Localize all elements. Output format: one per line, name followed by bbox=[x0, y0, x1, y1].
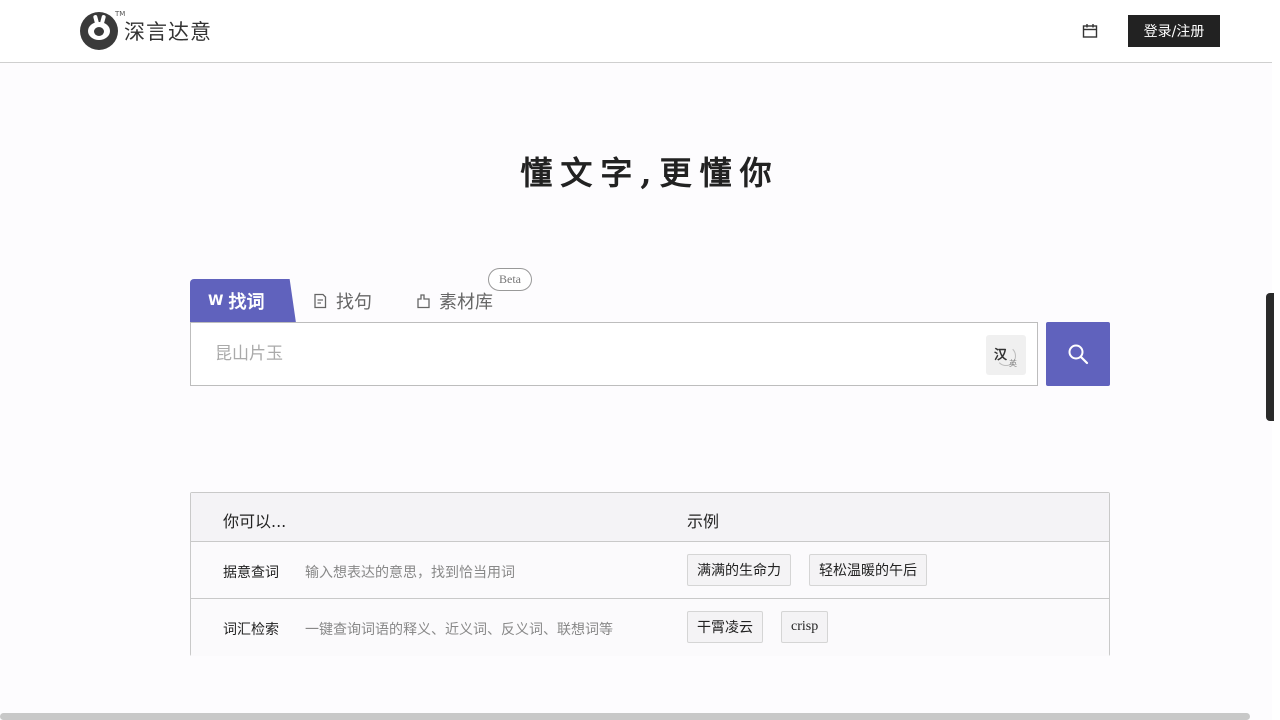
logo-text: 深言达意 bbox=[124, 20, 212, 44]
example-chip[interactable]: 轻松温暖的午后 bbox=[809, 554, 927, 586]
material-icon bbox=[417, 294, 430, 309]
search-icon bbox=[1068, 344, 1089, 365]
language-toggle-icon[interactable]: 汉 英 bbox=[986, 335, 1026, 375]
calendar-icon[interactable] bbox=[1082, 23, 1098, 39]
rabbit-logo-icon: TM bbox=[80, 10, 125, 50]
table-header: 你可以... 示例 bbox=[191, 493, 1109, 542]
word-search-icon: W bbox=[208, 293, 223, 309]
header-you-can: 你可以... bbox=[223, 512, 287, 531]
page-slogan: 懂文字,更懂你 bbox=[520, 154, 780, 192]
feature-name: 词汇检索 bbox=[223, 622, 279, 638]
tab-material-library[interactable]: 素材库 bbox=[416, 288, 493, 314]
example-chip[interactable]: 干霄凌云 bbox=[687, 611, 763, 643]
search-box: 汉 英 bbox=[190, 322, 1038, 386]
tab-label: 找句 bbox=[336, 292, 372, 313]
search-button[interactable] bbox=[1046, 322, 1110, 386]
search-input[interactable] bbox=[215, 323, 975, 385]
feature-desc: 一键查询词语的释义、近义词、反义词、联想词等 bbox=[305, 622, 613, 638]
lang-primary: 汉 bbox=[994, 348, 1008, 363]
feature-desc: 输入想表达的意思，找到恰当用词 bbox=[305, 565, 515, 581]
feature-table: 你可以... 示例 据意查词 输入想表达的意思，找到恰当用词 满满的生命力 轻松… bbox=[190, 492, 1110, 656]
top-header: TM 深言达意 登录/注册 bbox=[0, 0, 1272, 63]
example-chip[interactable]: crisp bbox=[781, 611, 829, 643]
table-row: 词汇检索 一键查询词语的释义、近义词、反义词、联想词等 干霄凌云 crisp bbox=[191, 599, 1109, 656]
logo[interactable]: TM 深言达意 bbox=[80, 10, 212, 50]
lang-secondary: 英 bbox=[1009, 359, 1017, 368]
beta-badge: Beta bbox=[488, 268, 532, 291]
tab-label: 素材库 bbox=[439, 292, 493, 313]
tab-find-word[interactable]: W 找词 bbox=[190, 279, 296, 323]
sentence-icon bbox=[314, 293, 327, 309]
trademark-mark: TM bbox=[115, 10, 126, 18]
tab-find-sentence[interactable]: 找句 bbox=[313, 288, 372, 314]
header-examples: 示例 bbox=[687, 512, 720, 531]
tab-label: 找词 bbox=[228, 292, 265, 313]
example-chip[interactable]: 满满的生命力 bbox=[687, 554, 791, 586]
horizontal-scrollbar[interactable] bbox=[0, 713, 1250, 720]
feature-name: 据意查词 bbox=[223, 565, 279, 581]
table-row: 据意查词 输入想表达的意思，找到恰当用词 满满的生命力 轻松温暖的午后 bbox=[191, 542, 1109, 599]
vertical-scrollbar-thumb[interactable] bbox=[1266, 293, 1274, 421]
login-register-button[interactable]: 登录/注册 bbox=[1128, 15, 1220, 47]
